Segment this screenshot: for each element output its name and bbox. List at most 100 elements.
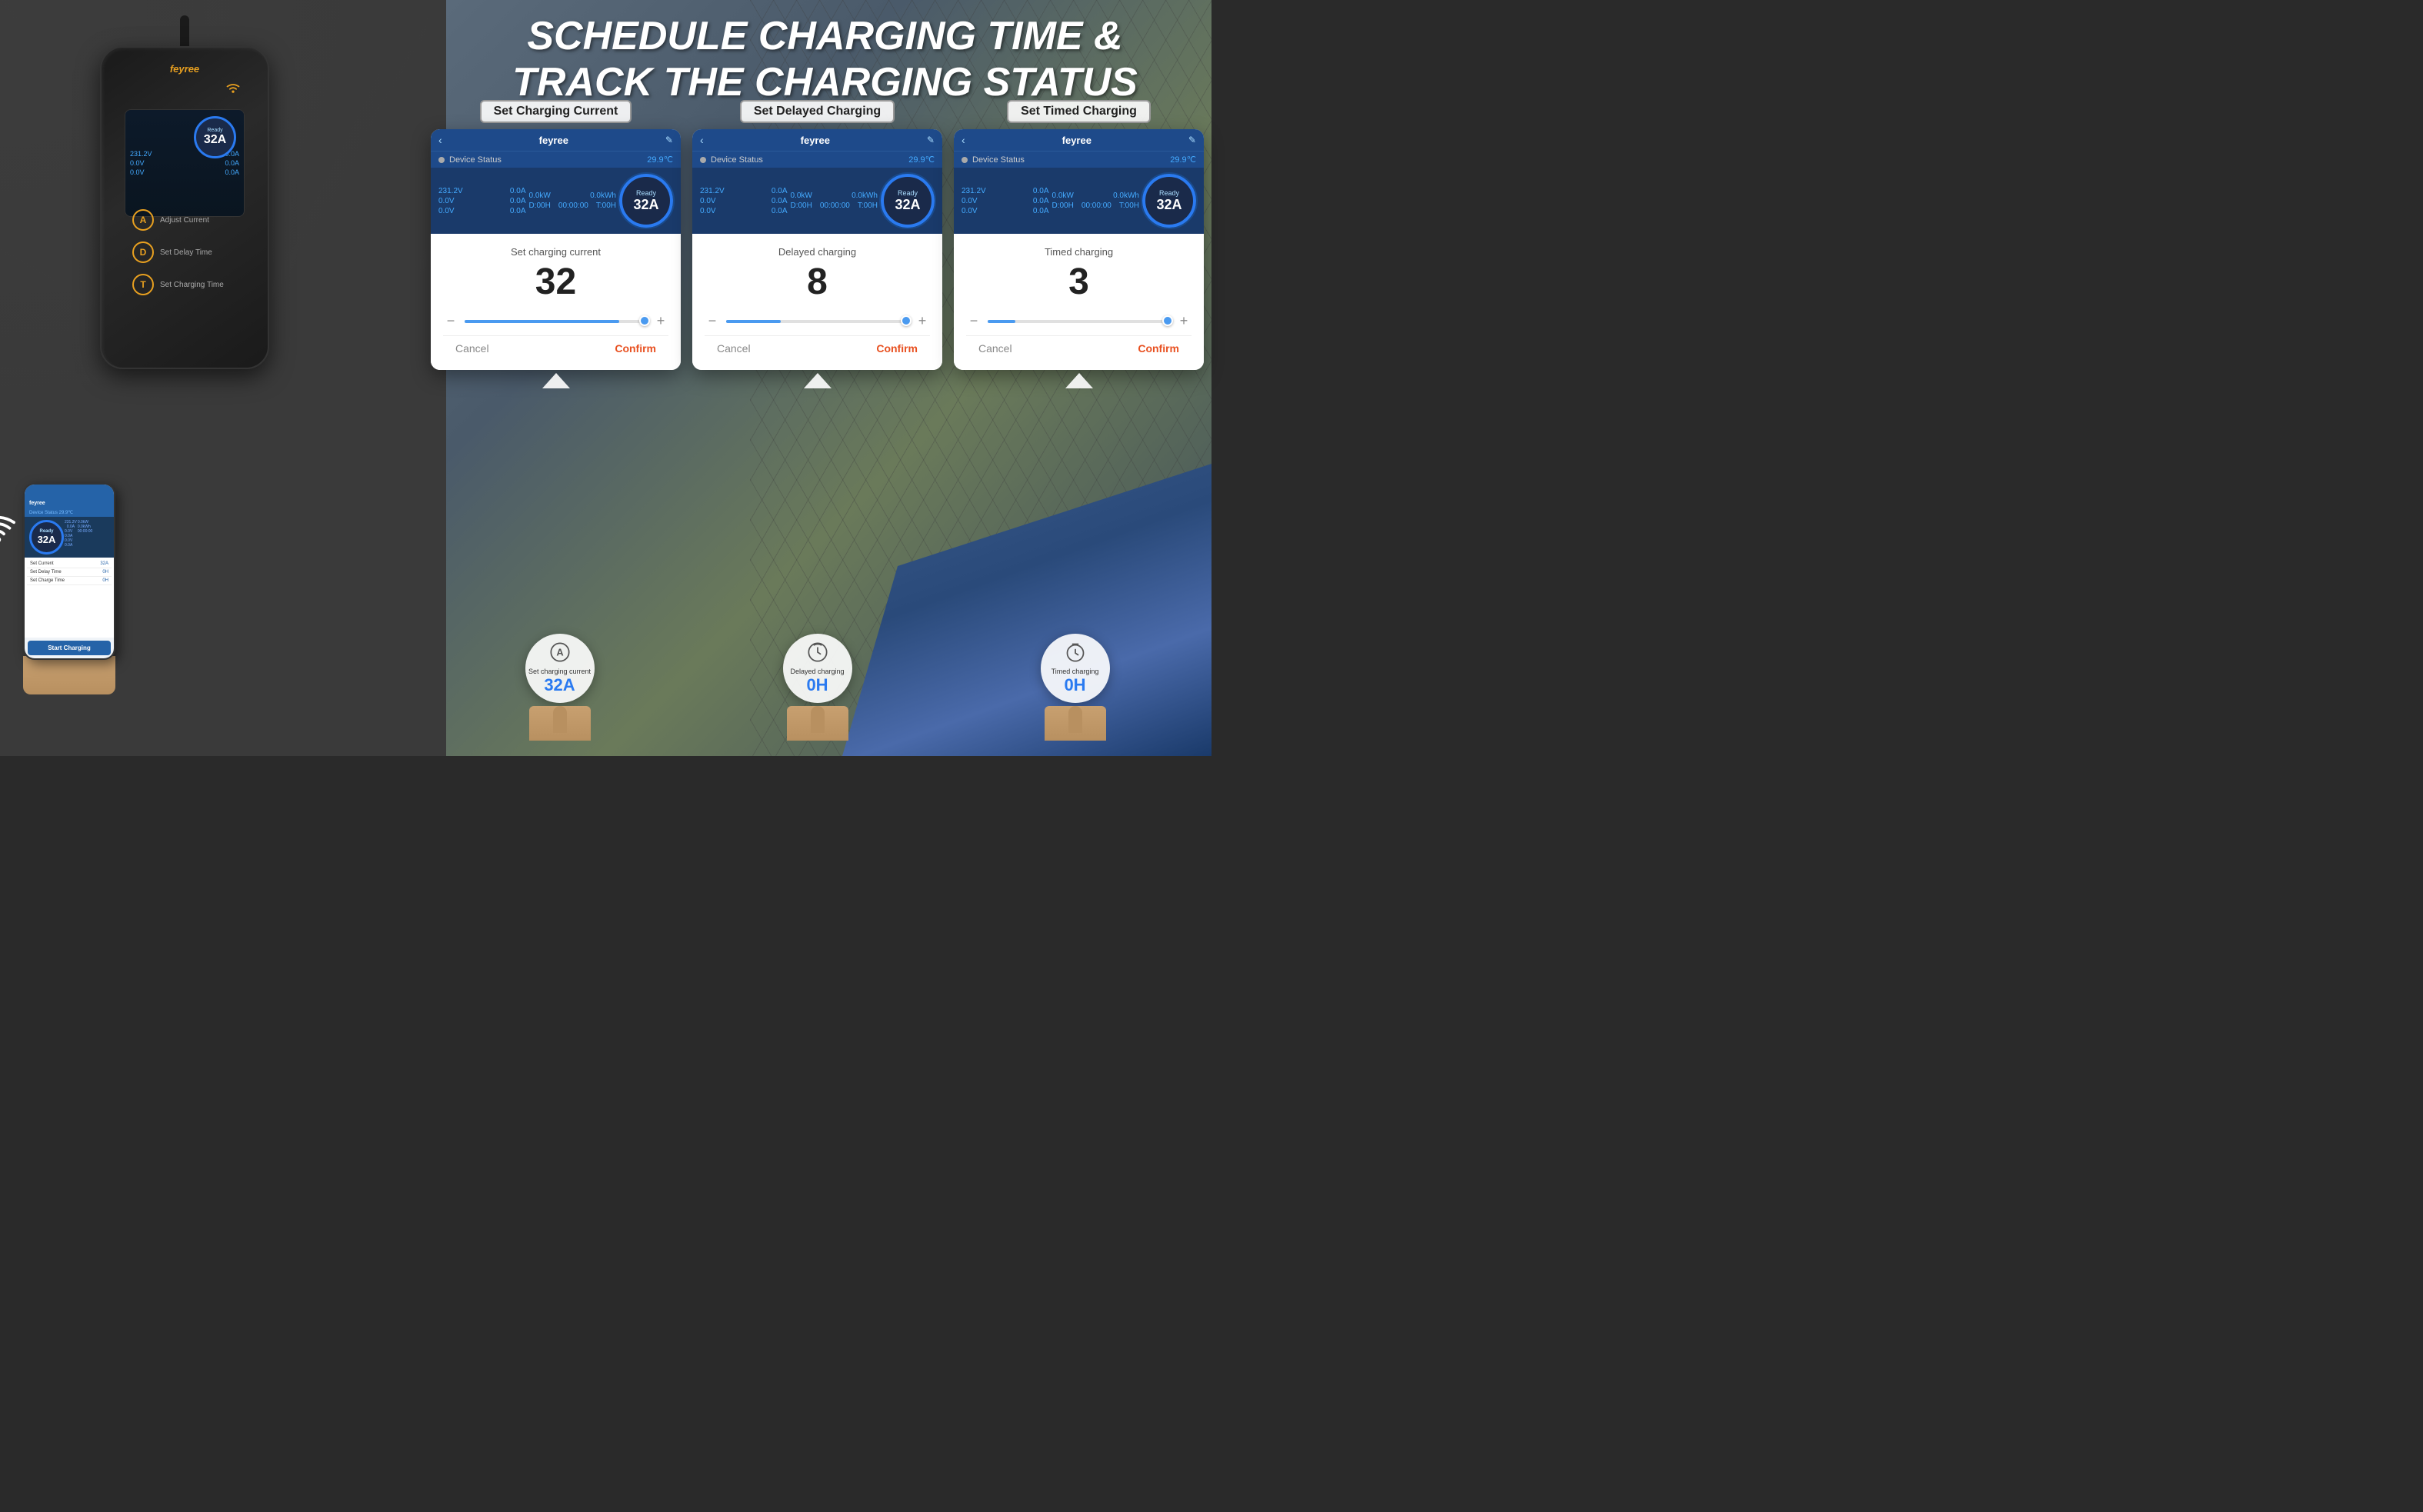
charger-btn-a[interactable]: A Adjust Current [132,209,237,231]
charger-controls: A Adjust Current D Set Delay Time T Set … [132,209,237,306]
metric-row-3c: 0.0V 0.0A [962,207,1049,215]
title-line2: TRACK THE CHARGING STATUS [454,60,1196,106]
dialog-timed: Timed charging 3 − + Cancel Confirm [954,234,1204,370]
phone-gauge-circle: Ready 32A [29,520,64,555]
phone-timer: 00:00:00 [78,529,115,534]
confirm-button-2[interactable]: Confirm [876,342,918,355]
timed-label: Timed charging [1052,668,1099,676]
phone-start-btn[interactable]: Start Charging [28,641,111,655]
status-temp-2: 29.9℃ [908,155,935,165]
slider-container-1: − + [443,307,668,335]
slider-plus-1[interactable]: + [653,313,668,329]
slider-plus-3[interactable]: + [1176,313,1192,329]
edit-icon-2[interactable]: ✎ [927,135,935,145]
phone-voltage3: 0.0V 0.0A [65,538,77,548]
power-row-1: 0.0kW 0.0kWh [529,191,617,200]
metric-row-1b: 231.2V 0.0A [700,187,788,195]
phone-device-row: Device Status 29.9℃ [25,508,114,517]
phone-list-items: Set Current 32A Set Delay Time 0H Set Ch… [25,558,114,638]
phone-voltage2: 0.0V 0.0A [65,529,77,538]
phone-list-label-2: Set Delay Time [30,570,62,574]
confirm-button-3[interactable]: Confirm [1138,342,1179,355]
slider-thumb-3[interactable] [1162,315,1173,326]
delayed-label: Delayed charging [790,668,844,676]
phone-voltage1: 231.2V 0.0A [65,520,77,529]
slider-thumb-1[interactable] [639,315,650,326]
gauge-area-2: 231.2V 0.0A 0.0V 0.0A 0.0V 0.0A [692,168,942,234]
panel-label-3: Set Timed Charging [1007,100,1151,123]
phone-list-item[interactable]: Set Current 32A [27,560,112,568]
round-btn-timed[interactable]: Timed charging 0H [1041,634,1110,703]
slider-plus-2[interactable]: + [915,313,930,329]
confirm-button-1[interactable]: Confirm [615,342,656,355]
status-text-2: Device Status [711,155,763,165]
panel-set-charging-current: Set Charging Current ‹ feyree ✎ Device S… [431,100,681,387]
metric-row-3b: 0.0V 0.0A [700,207,788,215]
device-status-1: Device Status 29.9℃ [431,151,681,168]
arrow-up-3 [1065,373,1093,388]
btn-t-circle: T [132,274,154,295]
edit-icon-3[interactable]: ✎ [1188,135,1196,145]
dialog-value-3: 3 [966,264,1192,301]
round-btn-delayed[interactable]: Delayed charging 0H [783,634,852,703]
slider-minus-3[interactable]: − [966,313,982,329]
panel-delayed-charging: Set Delayed Charging ‹ feyree ✎ Device S… [692,100,942,387]
phone-list-value-2: 0H [102,570,108,574]
set-current-value: 32A [544,675,575,695]
status-temp-3: 29.9℃ [1170,155,1196,165]
cancel-button-1[interactable]: Cancel [455,342,489,355]
power-row-3: 0.0kW 0.0kWh [1052,191,1140,200]
btn-d-label: Set Delay Time [160,248,212,257]
finger-hand-3 [1045,706,1106,741]
slider-track-1[interactable] [465,320,647,323]
metric-group-left-1: 231.2V 0.0A 0.0V 0.0A 0.0V 0.0A [438,187,526,215]
phone-list-value-1: 32A [100,561,108,566]
status-text-3: Device Status [972,155,1025,165]
charger-screen: 231.2V0.0A 0.0V0.0A 0.0V0.0A Ready 32A [125,109,245,217]
dialog-value-1: 32 [443,264,668,301]
metric-row-1c: 231.2V 0.0A [962,187,1049,195]
phone-app-name: feyree [29,501,45,506]
slider-track-3[interactable] [988,320,1170,323]
btn-d-circle: D [132,241,154,263]
charger-wifi-icon [225,82,241,97]
phone-app-header: feyree [25,498,114,508]
panel-timed-charging: Set Timed Charging ‹ feyree ✎ Device Sta… [954,100,1204,387]
phone-screen: feyree Device Status 29.9℃ 231.2V 0.0A 0… [25,485,114,658]
phone-gauge-area: 231.2V 0.0A 0.0V 0.0A 0.0V 0.0A 0.0kW 0.… [25,517,114,558]
back-icon-3[interactable]: ‹ [962,134,965,146]
title-line1: SCHEDULE CHARGING TIME & [454,14,1196,60]
charger-btn-t[interactable]: T Set Charging Time [132,274,237,295]
finger-area-2: Delayed charging 0H [783,634,852,741]
set-current-icon: A [549,641,571,666]
dialog-value-2: 8 [705,264,930,301]
slider-track-2[interactable] [726,320,908,323]
app-phone-3: ‹ feyree ✎ Device Status 29.9℃ 231.2V 0.… [954,129,1204,370]
phone-body: feyree Device Status 29.9℃ 231.2V 0.0A 0… [23,483,115,660]
phone-list-item[interactable]: Set Charge Time 0H [27,577,112,585]
phone-list-item[interactable]: Set Delay Time 0H [27,568,112,577]
status-dot-1 [438,157,445,163]
cancel-button-2[interactable]: Cancel [717,342,751,355]
app-header-2: ‹ feyree ✎ [692,129,942,151]
slider-thumb-2[interactable] [901,315,912,326]
app-title-1: feyree [539,135,568,146]
metric-group-mid-1: 0.0kW 0.0kWh D:00H 00:00:00 T:00H [529,191,617,210]
round-btn-set-current[interactable]: A Set charging current 32A [525,634,595,703]
app-phone-1: ‹ feyree ✎ Device Status 29.9℃ 231.2V 0.… [431,129,681,370]
timed-icon [1065,641,1086,666]
cancel-button-3[interactable]: Cancel [978,342,1012,355]
charger-btn-d[interactable]: D Set Delay Time [132,241,237,263]
app-title-2: feyree [801,135,830,146]
arrow-up-1 [542,373,570,388]
back-icon-1[interactable]: ‹ [438,134,442,146]
slider-minus-1[interactable]: − [443,313,458,329]
time-row-1: D:00H 00:00:00 T:00H [529,201,617,210]
edit-icon-1[interactable]: ✎ [665,135,673,145]
app-phone-2: ‹ feyree ✎ Device Status 29.9℃ 231.2V 0.… [692,129,942,370]
slider-minus-2[interactable]: − [705,313,720,329]
back-icon-2[interactable]: ‹ [700,134,704,146]
app-header-3: ‹ feyree ✎ [954,129,1204,151]
arrow-up-2 [804,373,832,388]
metric-row-3: 0.0V 0.0A [438,207,526,215]
